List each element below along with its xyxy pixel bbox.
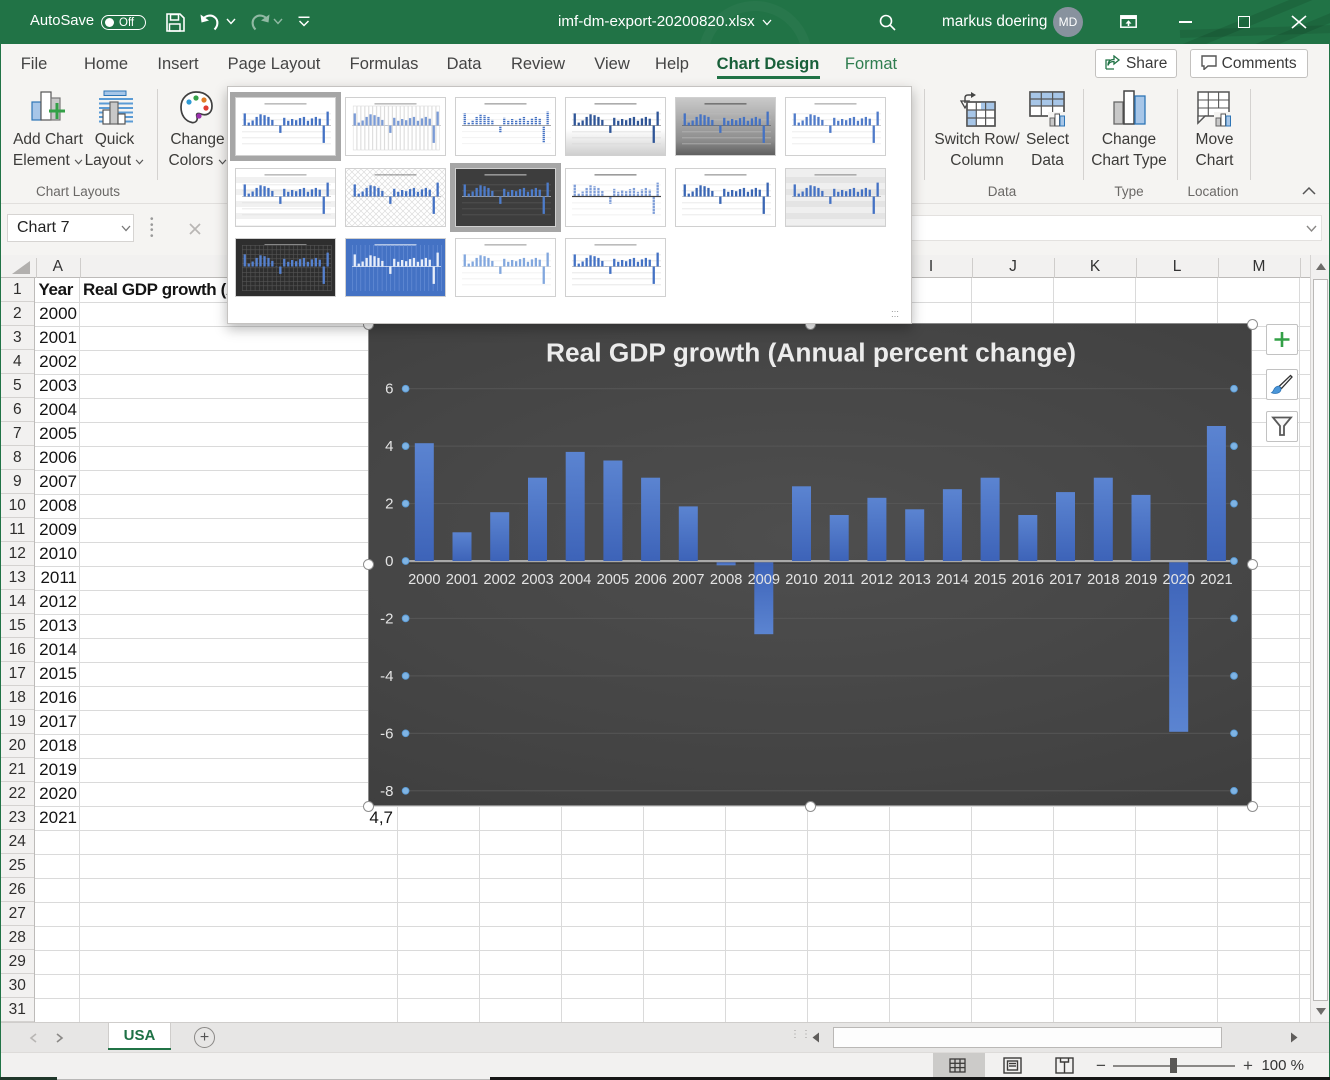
svg-text:2011: 2011: [824, 572, 855, 588]
svg-text:2008: 2008: [710, 572, 742, 588]
svg-text:Real GDP growth (Annual percen: Real GDP growth (Annual percent change): [546, 338, 1076, 368]
svg-text:2009: 2009: [748, 572, 780, 588]
svg-text:4: 4: [385, 438, 393, 455]
svg-text:6: 6: [385, 381, 393, 398]
svg-text:2010: 2010: [785, 572, 817, 588]
svg-text:2002: 2002: [483, 572, 515, 588]
svg-text:2016: 2016: [1012, 572, 1044, 588]
svg-text:0: 0: [385, 553, 393, 570]
svg-text:2019: 2019: [1125, 572, 1157, 588]
svg-text:2000: 2000: [408, 572, 440, 588]
svg-text:-2: -2: [380, 610, 393, 627]
svg-text:2013: 2013: [898, 572, 930, 588]
svg-text:2018: 2018: [1087, 572, 1119, 588]
svg-text:2: 2: [385, 496, 393, 513]
svg-text:2020: 2020: [1162, 572, 1194, 588]
svg-text:2001: 2001: [446, 572, 478, 588]
svg-text:2004: 2004: [559, 572, 591, 588]
svg-text:-4: -4: [380, 668, 393, 685]
svg-text:2014: 2014: [936, 572, 968, 588]
svg-text:2021: 2021: [1200, 572, 1232, 588]
svg-text:-8: -8: [380, 783, 393, 800]
svg-text:2015: 2015: [974, 572, 1006, 588]
svg-text:2005: 2005: [597, 572, 629, 588]
svg-text:2012: 2012: [861, 572, 893, 588]
svg-text:-6: -6: [380, 725, 393, 742]
svg-text:2007: 2007: [672, 572, 704, 588]
svg-text:2006: 2006: [634, 572, 666, 588]
svg-text:2017: 2017: [1049, 572, 1081, 588]
svg-text:2003: 2003: [521, 572, 553, 588]
